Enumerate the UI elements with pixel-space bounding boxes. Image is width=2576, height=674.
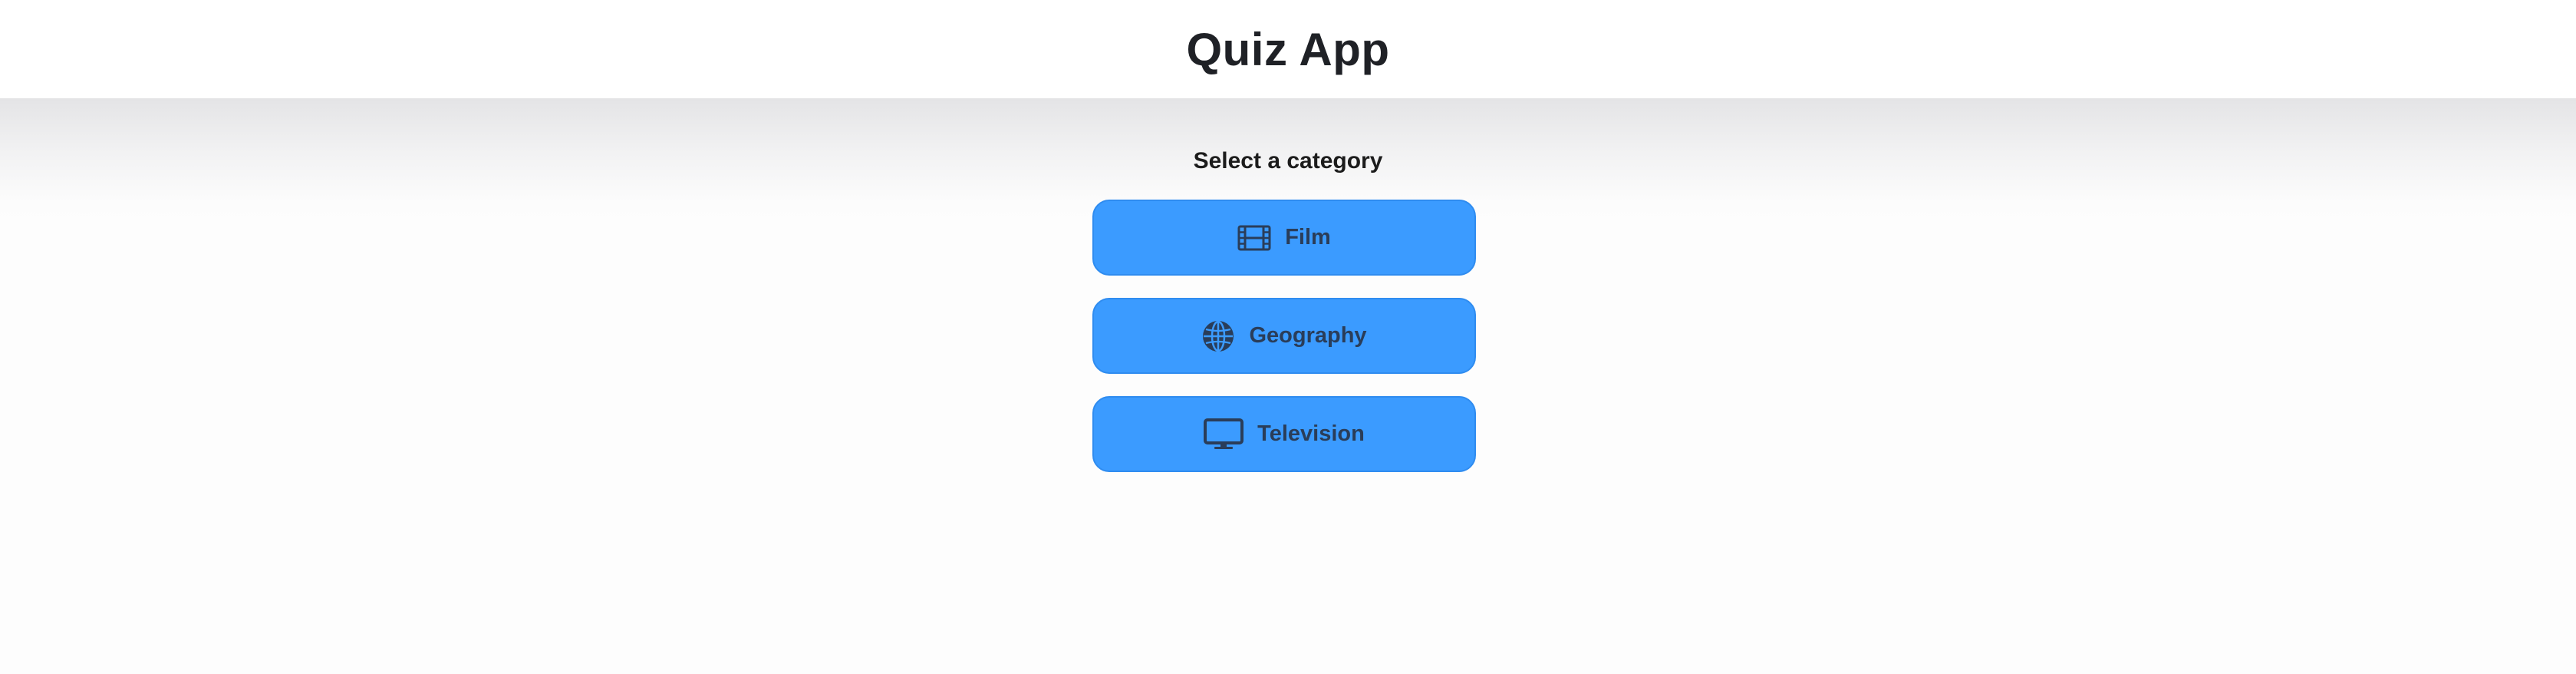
quiz-app: Quiz App Select a category Film Geograph… bbox=[0, 0, 2576, 674]
category-label-television: Television bbox=[1257, 421, 1365, 446]
app-header: Quiz App bbox=[0, 0, 2576, 98]
category-prompt: Select a category bbox=[1193, 148, 1383, 173]
category-label-geography: Geography bbox=[1249, 323, 1367, 348]
category-label-film: Film bbox=[1285, 225, 1331, 249]
app-title: Quiz App bbox=[1186, 23, 1390, 75]
category-button-film[interactable]: Film bbox=[1092, 200, 1476, 276]
category-list: Film Geography Television bbox=[1092, 200, 1476, 494]
category-button-geography[interactable]: Geography bbox=[1092, 298, 1476, 374]
category-button-television[interactable]: Television bbox=[1092, 396, 1476, 472]
main-content: Select a category Film Geography Televis… bbox=[0, 98, 2576, 674]
television-icon bbox=[1204, 418, 1244, 451]
globe-icon bbox=[1201, 319, 1235, 353]
film-icon bbox=[1237, 225, 1271, 251]
